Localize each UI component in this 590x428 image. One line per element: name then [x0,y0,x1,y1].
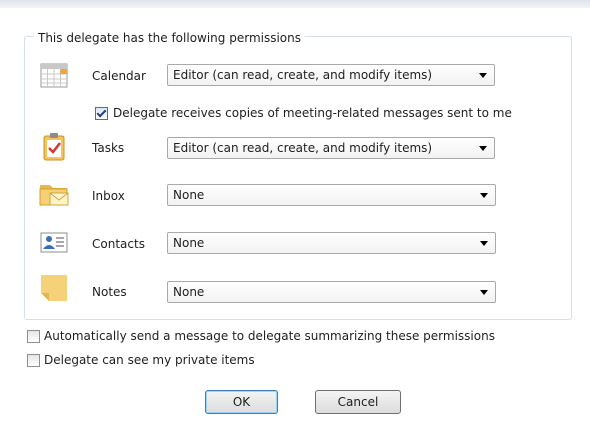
private-items-checkbox[interactable] [27,354,40,367]
meeting-copies-checkbox[interactable] [95,107,108,120]
dialog-top-edge [0,0,590,8]
inbox-icon [38,177,70,209]
chevron-down-icon [480,241,488,246]
notes-label: Notes [92,285,127,299]
tasks-icon [38,131,70,163]
chevron-down-icon [480,193,488,198]
delegate-permissions-dialog: This delegate has the following permissi… [0,0,590,428]
cancel-button[interactable]: Cancel [315,390,401,414]
tasks-permission-select[interactable]: Editor (can read, create, and modify ite… [167,137,495,159]
calendar-permission-value: Editor (can read, create, and modify ite… [173,68,433,82]
contacts-icon [38,226,70,258]
tasks-permission-value: Editor (can read, create, and modify ite… [173,141,433,155]
auto-send-summary-label: Automatically send a message to delegate… [44,329,495,343]
chevron-down-icon [479,146,487,151]
notes-permission-select[interactable]: None [167,281,496,303]
permissions-group-title: This delegate has the following permissi… [34,31,306,45]
notes-permission-value: None [173,285,205,299]
chevron-down-icon [479,73,487,78]
ok-button[interactable]: OK [205,390,278,414]
inbox-permission-value: None [173,188,205,202]
private-items-label: Delegate can see my private items [44,353,255,367]
tasks-label: Tasks [92,141,125,155]
contacts-permission-value: None [173,236,205,250]
auto-send-summary-checkbox[interactable] [27,330,40,343]
inbox-permission-select[interactable]: None [167,184,496,206]
calendar-icon [38,59,70,91]
inbox-label: Inbox [92,189,125,203]
contacts-label: Contacts [92,237,145,251]
notes-icon [38,272,70,304]
meeting-copies-label: Delegate receives copies of meeting-rela… [113,106,512,120]
calendar-label: Calendar [92,69,146,83]
chevron-down-icon [480,290,488,295]
calendar-permission-select[interactable]: Editor (can read, create, and modify ite… [167,64,495,86]
contacts-permission-select[interactable]: None [167,232,496,254]
